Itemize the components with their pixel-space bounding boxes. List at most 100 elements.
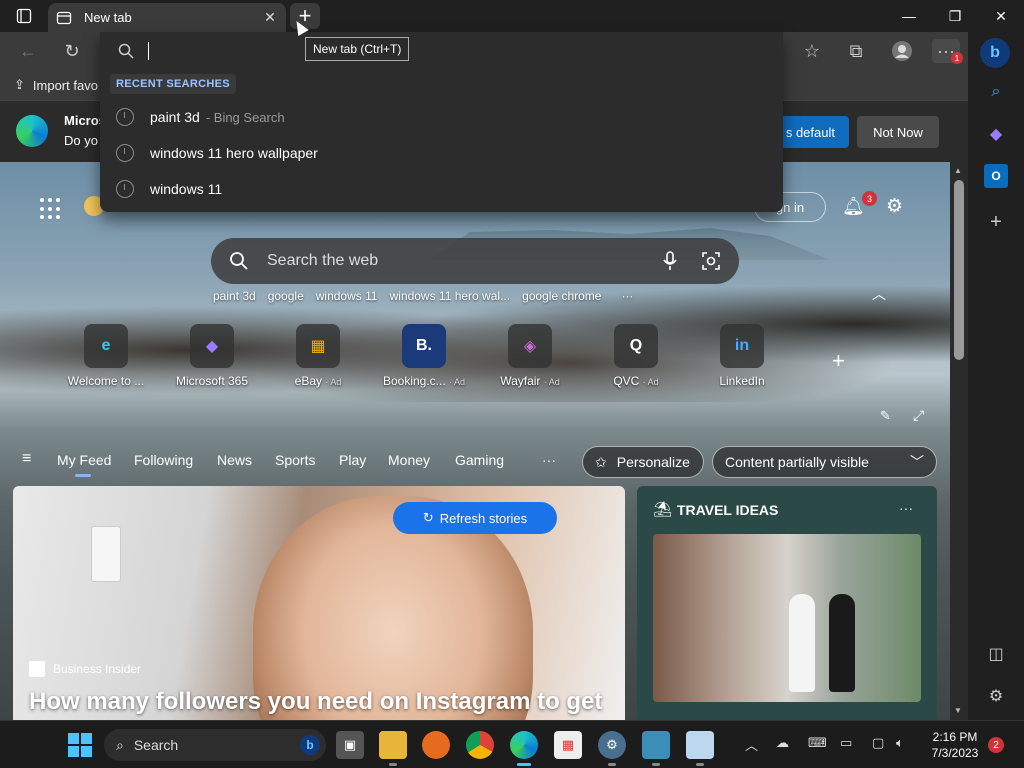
scroll-up-arrow-icon[interactable]: ▲: [954, 166, 962, 175]
notification-center-badge[interactable]: 2: [988, 737, 1004, 753]
expand-icon[interactable]: ⤢: [913, 407, 924, 424]
chevron-up-icon[interactable]: ︿: [872, 284, 886, 304]
story-headline[interactable]: How many followers you need on Instagram…: [29, 688, 602, 716]
recent-search-suffix: - Bing Search: [205, 109, 285, 125]
network-icon[interactable]: ▢: [872, 735, 884, 751]
qvc-icon: Q: [614, 324, 658, 368]
import-favorites-link[interactable]: Import favo: [33, 78, 98, 93]
content-visibility-dropdown[interactable]: Content partially visible ﹀: [712, 446, 937, 478]
main-story-card[interactable]: ↻ Refresh stories Business Insider How m…: [13, 486, 625, 720]
start-button-windows-icon[interactable]: [68, 733, 92, 757]
tab-news[interactable]: News: [217, 452, 252, 468]
volume-icon[interactable]: 🔈︎: [896, 735, 904, 751]
recent-search-item[interactable]: windows 11: [100, 172, 783, 206]
quick-link-ebay[interactable]: ▦ eBay · Ad: [270, 324, 366, 388]
recent-search-item[interactable]: paint 3d - Bing Search: [100, 100, 783, 134]
microsoft-store-icon[interactable]: ▦: [554, 731, 582, 759]
quick-link-microsoft-365[interactable]: ◆ Microsoft 365: [164, 324, 260, 388]
edge-icon: e: [84, 324, 128, 368]
refresh-stories-button[interactable]: ↻ Refresh stories: [393, 502, 557, 534]
app-launcher-icon[interactable]: [40, 198, 62, 220]
settings-gear-icon[interactable]: ⚙: [598, 731, 626, 766]
personalize-button[interactable]: ✩ Personalize: [582, 446, 704, 478]
page-scrollbar[interactable]: ▲ ▼: [950, 162, 968, 720]
microphone-icon[interactable]: [661, 250, 679, 272]
not-now-button[interactable]: Not Now: [857, 116, 939, 148]
tab-play[interactable]: Play: [339, 452, 366, 468]
more-tabs-icon[interactable]: ···: [542, 452, 556, 468]
tab-sports[interactable]: Sports: [275, 452, 315, 468]
chevron-up-icon[interactable]: ︿: [745, 735, 758, 754]
person-figure: [829, 594, 855, 692]
card-more-options-icon[interactable]: ···: [899, 500, 913, 516]
tab-money[interactable]: Money: [388, 452, 430, 468]
edit-background-icon[interactable]: ✎: [880, 408, 891, 424]
clock-date: 7/3/2023: [931, 746, 979, 760]
remote-desktop-icon[interactable]: [642, 731, 670, 766]
system-clock[interactable]: 2:16 PM 7/3/2023: [922, 729, 988, 761]
close-tab-icon[interactable]: ✕: [262, 9, 278, 26]
suggestion-chip[interactable]: paint 3d: [213, 289, 256, 303]
quick-link-linkedin[interactable]: in LinkedIn: [694, 324, 790, 388]
edge-icon[interactable]: [510, 731, 538, 766]
add-quick-link-icon[interactable]: +: [832, 348, 845, 374]
trending-searches: paint 3d google windows 11 windows 11 he…: [213, 289, 633, 303]
tab-gaming[interactable]: Gaming: [455, 452, 504, 468]
scrollbar-thumb[interactable]: [954, 180, 964, 360]
tab-following[interactable]: Following: [134, 452, 193, 468]
ebay-icon: ▦: [296, 324, 340, 368]
quick-link-booking[interactable]: B. Booking.c... · Ad: [376, 324, 472, 388]
refresh-stories-label: Refresh stories: [439, 510, 528, 526]
refresh-icon[interactable]: ↻: [58, 39, 86, 63]
scroll-down-arrow-icon[interactable]: ▼: [954, 706, 962, 715]
minimize-button[interactable]: —: [886, 0, 932, 32]
hide-sidebar-icon[interactable]: ◫: [984, 642, 1008, 666]
wall-switch-image: [91, 526, 121, 582]
onedrive-off-icon[interactable]: ☁: [776, 735, 789, 751]
address-bar-input[interactable]: [100, 32, 783, 70]
tab-new-tab[interactable]: New tab ✕: [48, 3, 286, 32]
travel-ideas-card[interactable]: ⛱ TRAVEL IDEAS ···: [637, 486, 937, 720]
personalize-label: Personalize: [616, 454, 690, 470]
display-icon[interactable]: ▭: [840, 735, 852, 751]
quick-link-qvc[interactable]: Q QVC · Ad: [588, 324, 684, 388]
task-view-icon[interactable]: ▣: [336, 731, 364, 759]
keyboard-icon[interactable]: ⌨: [808, 735, 827, 751]
firefox-icon[interactable]: [422, 731, 450, 759]
chrome-icon[interactable]: [466, 731, 494, 759]
add-sidebar-app-icon[interactable]: +: [984, 210, 1008, 234]
photos-icon[interactable]: [686, 731, 714, 766]
close-window-button[interactable]: ✕: [978, 0, 1024, 32]
suggestion-chip[interactable]: google: [268, 289, 304, 303]
quick-link-welcome[interactable]: e Welcome to ...: [58, 324, 154, 388]
hamburger-menu-icon[interactable]: ≡: [22, 450, 31, 468]
web-search-box[interactable]: Search the web: [211, 238, 739, 284]
quick-link-wayfair[interactable]: ◈ Wayfair · Ad: [482, 324, 578, 388]
microsoft-365-icon[interactable]: ◆: [984, 122, 1008, 146]
travel-image[interactable]: [653, 534, 921, 702]
favorites-star-icon[interactable]: ☆: [798, 39, 826, 63]
suggestion-chip[interactable]: windows 11: [316, 289, 378, 303]
page-settings-gear-icon[interactable]: ⚙: [886, 195, 903, 218]
web-search-placeholder: Search the web: [267, 252, 379, 269]
tab-my-feed[interactable]: My Feed: [57, 452, 111, 468]
recent-search-item[interactable]: windows 11 hero wallpaper: [100, 136, 783, 170]
notifications-badge: 3: [862, 191, 877, 206]
suggestion-chip[interactable]: windows 11 hero wal...: [390, 289, 511, 303]
visual-search-icon[interactable]: [701, 251, 721, 271]
taskbar-search-box[interactable]: ⌕ Search b: [104, 729, 326, 761]
sidebar-settings-gear-icon[interactable]: ⚙: [984, 684, 1008, 708]
more-suggestions-icon[interactable]: ···: [621, 289, 633, 303]
file-explorer-icon[interactable]: [379, 731, 407, 766]
suggestion-chip[interactable]: google chrome: [522, 289, 601, 303]
outlook-icon[interactable]: O: [984, 164, 1008, 188]
back-arrow-icon[interactable]: ←: [14, 39, 42, 63]
search-icon[interactable]: ⌕: [984, 80, 1008, 104]
restore-button[interactable]: ❐: [932, 0, 978, 32]
collections-icon[interactable]: ⧉: [842, 39, 870, 63]
profile-avatar[interactable]: [888, 39, 916, 63]
search-icon: [230, 252, 248, 270]
bing-chat-icon[interactable]: b: [980, 38, 1010, 68]
tab-actions-menu-button[interactable]: [8, 4, 40, 28]
recent-searches-header: RECENT SEARCHES: [110, 74, 236, 94]
